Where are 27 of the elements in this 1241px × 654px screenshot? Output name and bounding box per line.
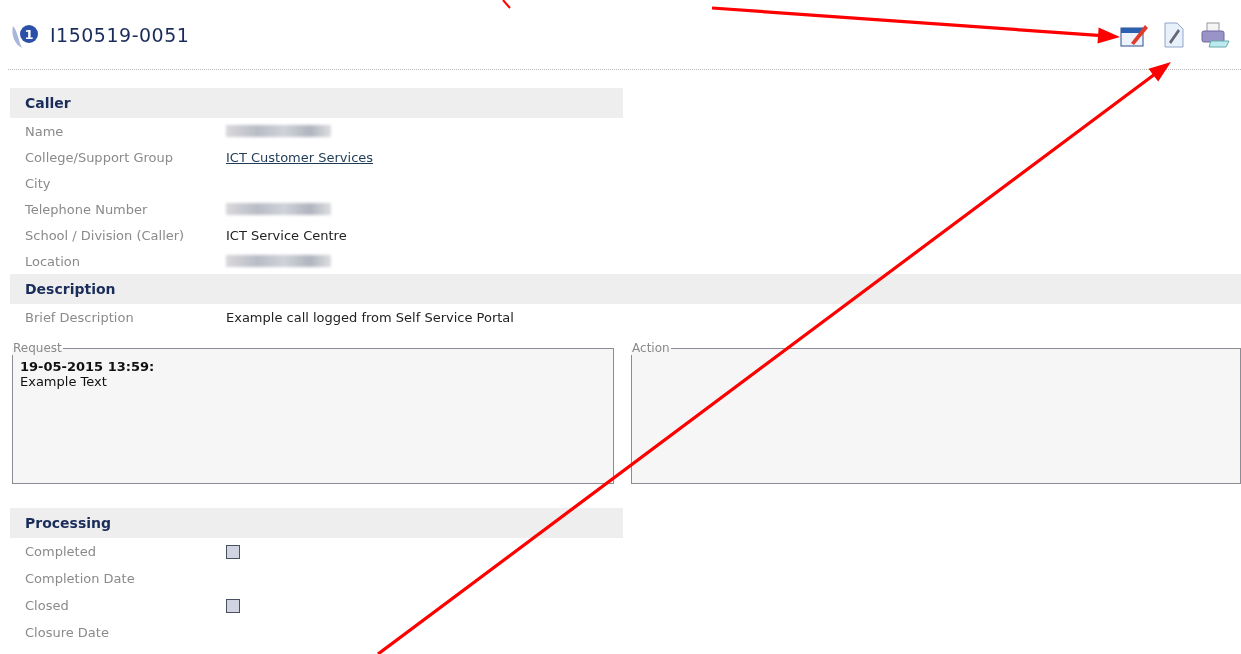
checkbox[interactable] xyxy=(226,598,240,613)
field-label: Telephone Number xyxy=(25,201,149,217)
field-label: Brief Description xyxy=(25,309,135,325)
action-legend: Action xyxy=(631,341,671,355)
field-label: Closure Date xyxy=(25,625,110,640)
checkbox[interactable] xyxy=(226,544,240,559)
printer-icon[interactable] xyxy=(1199,20,1231,49)
ticket-title: I150519-0051 xyxy=(50,23,190,46)
field-label: Closed xyxy=(25,598,70,613)
field-label: Location xyxy=(25,253,81,269)
document-pencil-icon[interactable] xyxy=(1163,20,1185,49)
field-label: Completion Date xyxy=(25,571,136,586)
field-label: College/Support Group xyxy=(25,149,174,165)
request-timestamp: 19-05-2015 13:59: xyxy=(20,359,156,374)
section-header: Description xyxy=(10,274,1241,304)
field-label: City xyxy=(25,175,52,191)
annotation-line xyxy=(502,0,511,9)
section-header: Processing xyxy=(10,508,623,538)
request-text: Example Text xyxy=(20,374,108,389)
field-value: ICT Service Centre xyxy=(226,227,347,243)
section-header: Caller xyxy=(10,88,623,118)
field-label: Completed xyxy=(25,544,97,559)
request-legend: Request xyxy=(12,341,63,355)
field-value: Example call logged from Self Service Portal xyxy=(226,309,514,325)
field-label: Name xyxy=(25,123,65,139)
group-link[interactable]: ICT Customer Services xyxy=(226,149,374,165)
field-label: School / Division (Caller) xyxy=(25,227,186,243)
